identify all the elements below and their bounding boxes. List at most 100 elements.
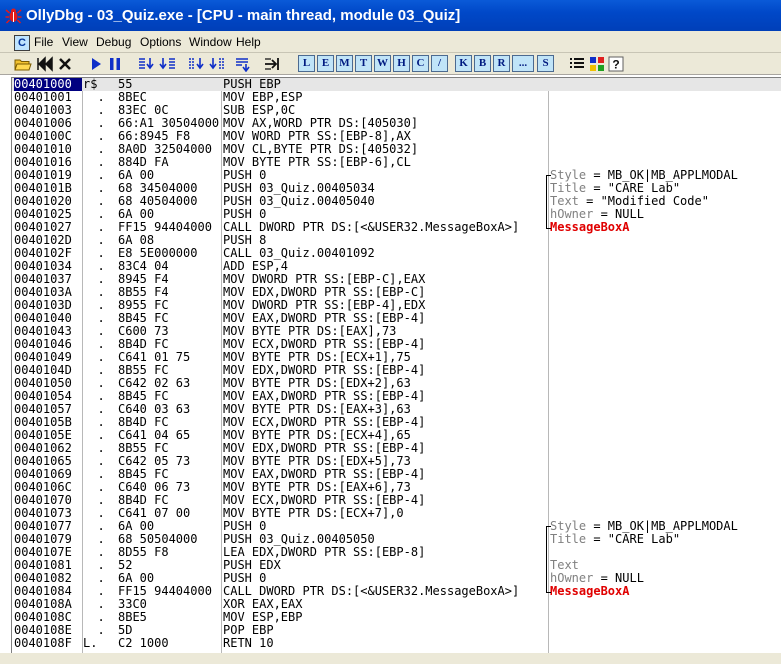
disassembly-cell: MOV BYTE PTR DS:[ECX+1],75 bbox=[223, 351, 411, 364]
help-icon[interactable]: ? bbox=[608, 56, 624, 72]
disassembly-cell: PUSH 03_Quiz.00405040 bbox=[223, 195, 375, 208]
log-window-button[interactable]: L bbox=[298, 55, 315, 72]
disasm-row[interactable]: 0040108C . 8BE5 MOV ESP,EBP bbox=[12, 611, 781, 624]
disasm-row[interactable]: 00401062 . 8B55 FC MOV EDX,DWORD PTR SS:[E… bbox=[12, 442, 781, 455]
disasm-row[interactable]: 00401040 . 8B45 FC MOV EAX,DWORD PTR SS:[E… bbox=[12, 312, 781, 325]
menu-file[interactable]: File bbox=[34, 31, 53, 53]
disasm-row[interactable]: 0040108F L. C2 1000 RETN 10 bbox=[12, 637, 781, 650]
patches-button[interactable]: / bbox=[431, 55, 448, 72]
memory-map-button[interactable]: M bbox=[336, 55, 353, 72]
restart-icon[interactable] bbox=[36, 56, 54, 72]
disasm-row[interactable]: 00401069 . 8B45 FC MOV EAX,DWORD PTR SS:[E… bbox=[12, 468, 781, 481]
disasm-row[interactable]: 0040108A . 33C0 XOR EAX,EAX bbox=[12, 598, 781, 611]
disasm-row[interactable]: 0040100C . 66:8945 F8 MOV WORD PTR SS:[EBP… bbox=[12, 130, 781, 143]
disassembly-cell: MOV ECX,DWORD PTR SS:[EBP-4] bbox=[223, 494, 426, 507]
open-icon[interactable] bbox=[14, 56, 32, 72]
disasm-row[interactable]: 00401006 . 66:A1 30504000 MOV AX,WORD PTR … bbox=[12, 117, 781, 130]
disasm-row[interactable]: 00401070 . 8B4D FC MOV ECX,DWORD PTR SS:[E… bbox=[12, 494, 781, 507]
disasm-row[interactable]: 00401034 . 83C4 04 ADD ESP,4 bbox=[12, 260, 781, 273]
menu-debug[interactable]: Debug bbox=[96, 31, 131, 53]
breakpoints-button[interactable]: B bbox=[474, 55, 491, 72]
disasm-row[interactable]: 0040108E . 5D POP EBP bbox=[12, 624, 781, 637]
disassembly-cell: MOV EAX,DWORD PTR SS:[EBP-4] bbox=[223, 390, 426, 403]
disasm-row[interactable]: 0040107E . 8D55 F8 LEA EDX,DWORD PTR SS:[E… bbox=[12, 546, 781, 559]
disasm-row[interactable]: 00401079 . 68 50504000 PUSH 03_Quiz.004050… bbox=[12, 533, 781, 546]
disasm-row[interactable]: 00401077 . 6A 00 PUSH 0 Style = MB_OK|MB_AP… bbox=[12, 520, 781, 533]
disasm-row[interactable]: 00401073 . C641 07 00 MOV BYTE PTR DS:[ECX… bbox=[12, 507, 781, 520]
executable-modules-button[interactable]: E bbox=[317, 55, 334, 72]
call-stack-button[interactable]: K bbox=[455, 55, 472, 72]
disasm-row[interactable]: 00401010 . 8A0D 32504000 MOV CL,BYTE PTR D… bbox=[12, 143, 781, 156]
menu-window[interactable]: Window bbox=[189, 31, 232, 53]
handles-button[interactable]: H bbox=[393, 55, 410, 72]
pause-icon[interactable] bbox=[107, 56, 123, 72]
menu-help[interactable]: Help bbox=[236, 31, 261, 53]
disassembly-cell: XOR EAX,EAX bbox=[223, 598, 303, 611]
disasm-row[interactable]: 00401082 . 6A 00 PUSH 0 hOwner = NULL bbox=[12, 572, 781, 585]
disasm-row[interactable]: 0040101B . 68 34504000 PUSH 03_Quiz.004050… bbox=[12, 182, 781, 195]
disasm-row[interactable]: 00401046 . 8B4D FC MOV ECX,DWORD PTR SS:[E… bbox=[12, 338, 781, 351]
windows-button[interactable]: W bbox=[374, 55, 391, 72]
disassembly-cell: CALL 03_Quiz.00401092 bbox=[223, 247, 375, 260]
disasm-row[interactable]: 00401003 . 83EC 0C SUB ESP,0C bbox=[12, 104, 781, 117]
disasm-row[interactable]: 00401037 . 8945 F4 MOV DWORD PTR SS:[EBP-C… bbox=[12, 273, 781, 286]
disasm-row[interactable]: 0040105E . C641 04 65 MOV BYTE PTR DS:[ECX… bbox=[12, 429, 781, 442]
run-icon[interactable] bbox=[88, 56, 104, 72]
disassembly-cell: PUSH EBP bbox=[223, 78, 281, 91]
go-to-address-icon[interactable] bbox=[263, 56, 281, 72]
comment-cell: Style = MB_OK|MB_APPLMODAL bbox=[550, 169, 738, 182]
disasm-row[interactable]: 0040102F . E8 5E000000 CALL 03_Quiz.004010… bbox=[12, 247, 781, 260]
disassembly-cell: MOV DWORD PTR SS:[EBP-4],EDX bbox=[223, 299, 426, 312]
trace-into-icon[interactable] bbox=[187, 56, 205, 72]
disasm-row[interactable]: 0040105B . 8B4D FC MOV ECX,DWORD PTR SS:[E… bbox=[12, 416, 781, 429]
color-grid-icon[interactable] bbox=[589, 56, 605, 72]
disasm-row[interactable]: 00401000 r$ 55 PUSH EBP bbox=[12, 78, 781, 91]
source-button[interactable]: S bbox=[537, 55, 554, 72]
disasm-row[interactable]: 0040103D . 8955 FC MOV DWORD PTR SS:[EBP-4… bbox=[12, 299, 781, 312]
hex-dump-cell: 6A 08 bbox=[118, 234, 155, 247]
disasm-row[interactable]: 0040103A . 8B55 F4 MOV EDX,DWORD PTR SS:[E… bbox=[12, 286, 781, 299]
disasm-row[interactable]: 00401049 . C641 01 75 MOV BYTE PTR DS:[ECX… bbox=[12, 351, 781, 364]
comment-cell: Text = "Modified Code" bbox=[550, 195, 709, 208]
execute-till-return-icon[interactable] bbox=[233, 56, 251, 72]
disasm-row[interactable]: 00401081 . 52 PUSH EDX Text bbox=[12, 559, 781, 572]
disasm-row[interactable]: 00401025 . 6A 00 PUSH 0 hOwner = NULL bbox=[12, 208, 781, 221]
disasm-row[interactable]: 00401043 . C600 73 MOV BYTE PTR DS:[EAX],7… bbox=[12, 325, 781, 338]
threads-button[interactable]: T bbox=[355, 55, 372, 72]
disasm-row[interactable]: 00401027 . FF15 94404000 CALL DWORD PTR DS… bbox=[12, 221, 781, 234]
disassembly-cell: PUSH 03_Quiz.00405034 bbox=[223, 182, 375, 195]
menu-view[interactable]: View bbox=[62, 31, 88, 53]
menu-bar: C File View Debug Options Window Help bbox=[0, 31, 781, 53]
hex-dump-cell: C640 06 73 bbox=[118, 481, 191, 494]
step-into-icon[interactable] bbox=[137, 56, 155, 72]
disassembly-pane[interactable]: 00401000 r$ 55 PUSH EBP 00401001 . 8BEC MOV EB… bbox=[11, 77, 781, 654]
cpu-window-icon[interactable]: C bbox=[14, 35, 30, 51]
hex-dump-cell: 8B45 FC bbox=[118, 312, 169, 325]
disasm-row[interactable]: 0040104D . 8B55 FC MOV EDX,DWORD PTR SS:[E… bbox=[12, 364, 781, 377]
run-trace-button[interactable]: ... bbox=[512, 55, 534, 72]
disasm-row[interactable]: 00401084 . FF15 94404000 CALL DWORD PTR DS… bbox=[12, 585, 781, 598]
hex-dump-cell: 52 bbox=[118, 559, 133, 572]
disasm-row[interactable]: 00401016 . 884D FA MOV BYTE PTR SS:[EBP-6]… bbox=[12, 156, 781, 169]
disasm-row[interactable]: 00401020 . 68 40504000 PUSH 03_Quiz.004050… bbox=[12, 195, 781, 208]
list-icon[interactable] bbox=[568, 56, 586, 72]
disasm-row[interactable]: 00401065 . C642 05 73 MOV BYTE PTR DS:[EDX… bbox=[12, 455, 781, 468]
disassembly-cell: MOV BYTE PTR DS:[ECX+7],0 bbox=[223, 507, 404, 520]
disasm-row[interactable]: 0040102D . 6A 08 PUSH 8 bbox=[12, 234, 781, 247]
trace-over-icon[interactable] bbox=[209, 56, 227, 72]
cpu-button[interactable]: C bbox=[412, 55, 429, 72]
disasm-row[interactable]: 00401050 . C642 02 63 MOV BYTE PTR DS:[EDX… bbox=[12, 377, 781, 390]
menu-options[interactable]: Options bbox=[140, 31, 181, 53]
disasm-row[interactable]: 00401001 . 8BEC MOV EBP,ESP bbox=[12, 91, 781, 104]
disasm-row[interactable]: 00401057 . C640 03 63 MOV BYTE PTR DS:[EAX… bbox=[12, 403, 781, 416]
references-button[interactable]: R bbox=[493, 55, 510, 72]
hex-dump-cell: C641 01 75 bbox=[118, 351, 191, 364]
disasm-row[interactable]: 00401054 . 8B45 FC MOV EAX,DWORD PTR SS:[E… bbox=[12, 390, 781, 403]
disasm-row[interactable]: 00401019 . 6A 00 PUSH 0 Style = MB_OK|MB_AP… bbox=[12, 169, 781, 182]
disassembly-cell: MOV EDX,DWORD PTR SS:[EBP-4] bbox=[223, 442, 426, 455]
disasm-row[interactable]: 0040106C . C640 06 73 MOV BYTE PTR DS:[EAX… bbox=[12, 481, 781, 494]
disassembly-cell: PUSH 8 bbox=[223, 234, 267, 247]
close-icon[interactable] bbox=[57, 56, 73, 72]
disassembly-cell: PUSH 0 bbox=[223, 169, 267, 182]
step-over-icon[interactable] bbox=[159, 56, 177, 72]
